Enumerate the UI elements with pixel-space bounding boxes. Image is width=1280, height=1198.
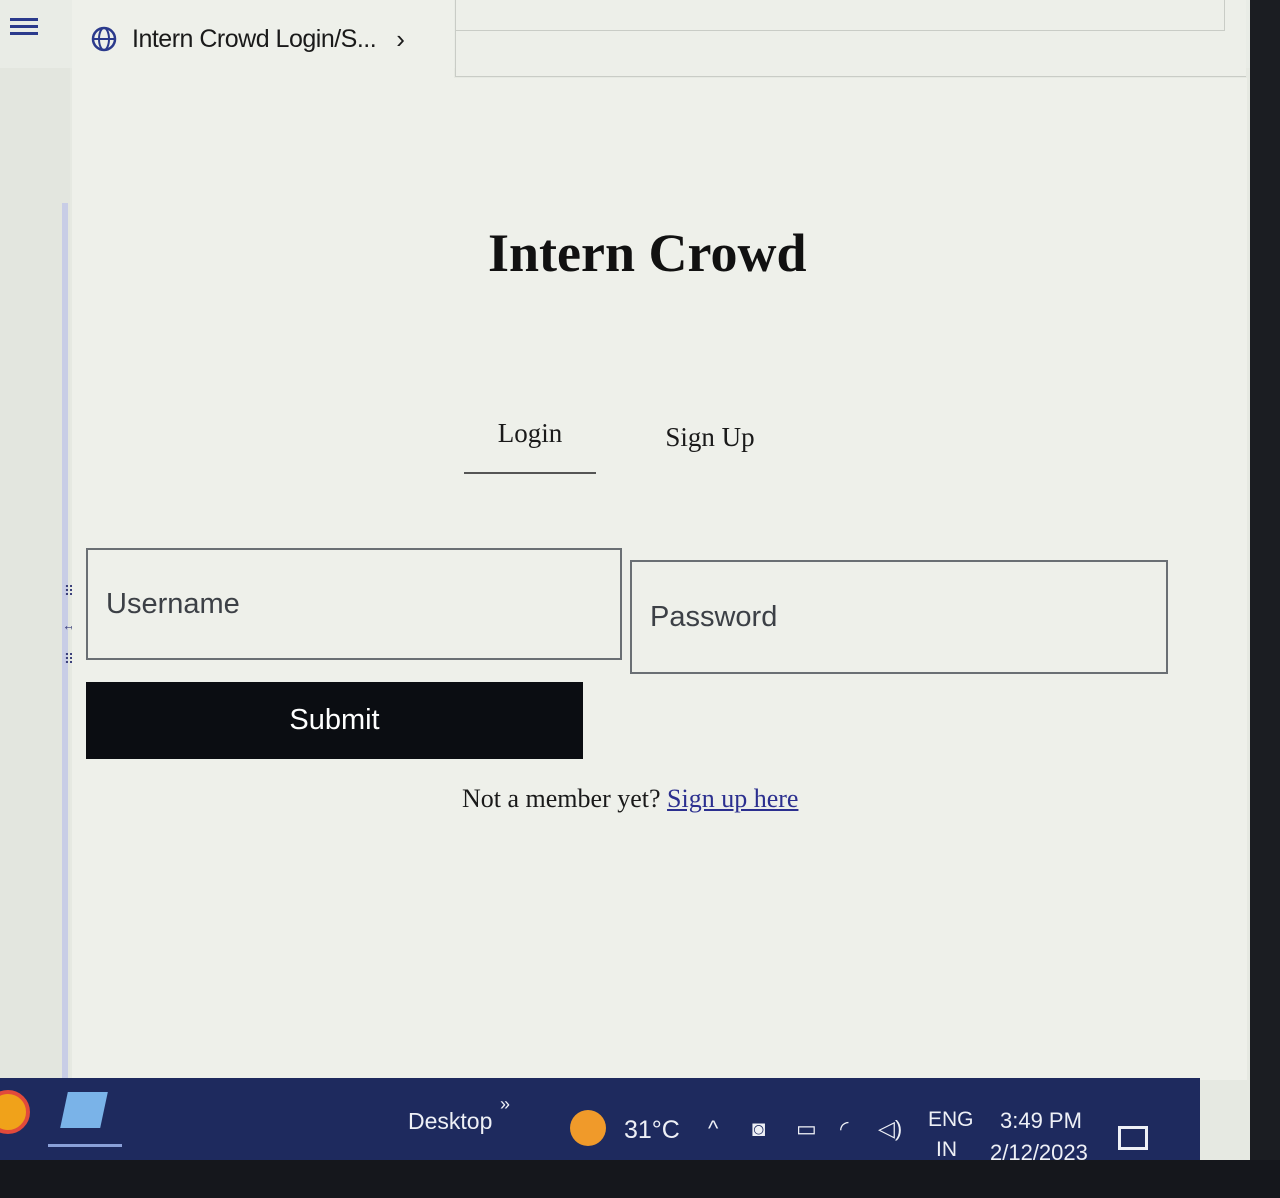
clock-date[interactable]: 2/12/2023 (990, 1140, 1088, 1166)
language-indicator[interactable]: ENG (928, 1108, 974, 1132)
signup-prompt-text: Not a member yet? (462, 784, 661, 813)
address-area[interactable] (455, 0, 1246, 77)
weather-icon[interactable] (570, 1110, 606, 1146)
toolbar-overflow-icon[interactable]: » (500, 1094, 510, 1115)
wifi-icon[interactable]: ◜ (840, 1116, 849, 1142)
clock-time[interactable]: 3:49 PM (1000, 1108, 1082, 1134)
submit-button[interactable]: Submit (86, 682, 583, 759)
tab-login[interactable]: Login (464, 418, 596, 474)
page-title: Intern Crowd (488, 223, 807, 283)
region-indicator[interactable]: IN (936, 1138, 957, 1162)
app-icon[interactable] (60, 1092, 108, 1128)
volume-icon[interactable]: ◁) (878, 1116, 902, 1142)
meet-now-icon[interactable]: ◙ (752, 1116, 765, 1142)
chevron-up-icon[interactable]: ^ (708, 1116, 718, 1142)
temperature[interactable]: 31°C (624, 1116, 680, 1145)
tab-signup[interactable]: Sign Up (648, 422, 772, 476)
screen-bezel (1250, 0, 1280, 1198)
address-bar[interactable] (456, 0, 1225, 31)
menu-icon[interactable] (10, 18, 38, 40)
signup-link[interactable]: Sign up here (667, 784, 798, 813)
chevron-right-icon[interactable]: › (396, 24, 405, 55)
tab-title: Intern Crowd Login/S... (132, 24, 377, 53)
active-app-indicator (48, 1144, 122, 1147)
password-input[interactable]: Password (630, 560, 1168, 674)
globe-icon (91, 26, 117, 52)
screen-bezel-bottom (0, 1160, 1280, 1198)
desktop-toolbar-label[interactable]: Desktop (408, 1108, 492, 1135)
notification-icon[interactable] (1118, 1126, 1148, 1150)
browser-tab[interactable]: Intern Crowd Login/S... › (72, 0, 454, 78)
username-input[interactable]: Username (86, 548, 622, 660)
signup-prompt: Not a member yet? Sign up here (462, 784, 798, 814)
battery-icon[interactable]: ▭ (796, 1116, 817, 1142)
